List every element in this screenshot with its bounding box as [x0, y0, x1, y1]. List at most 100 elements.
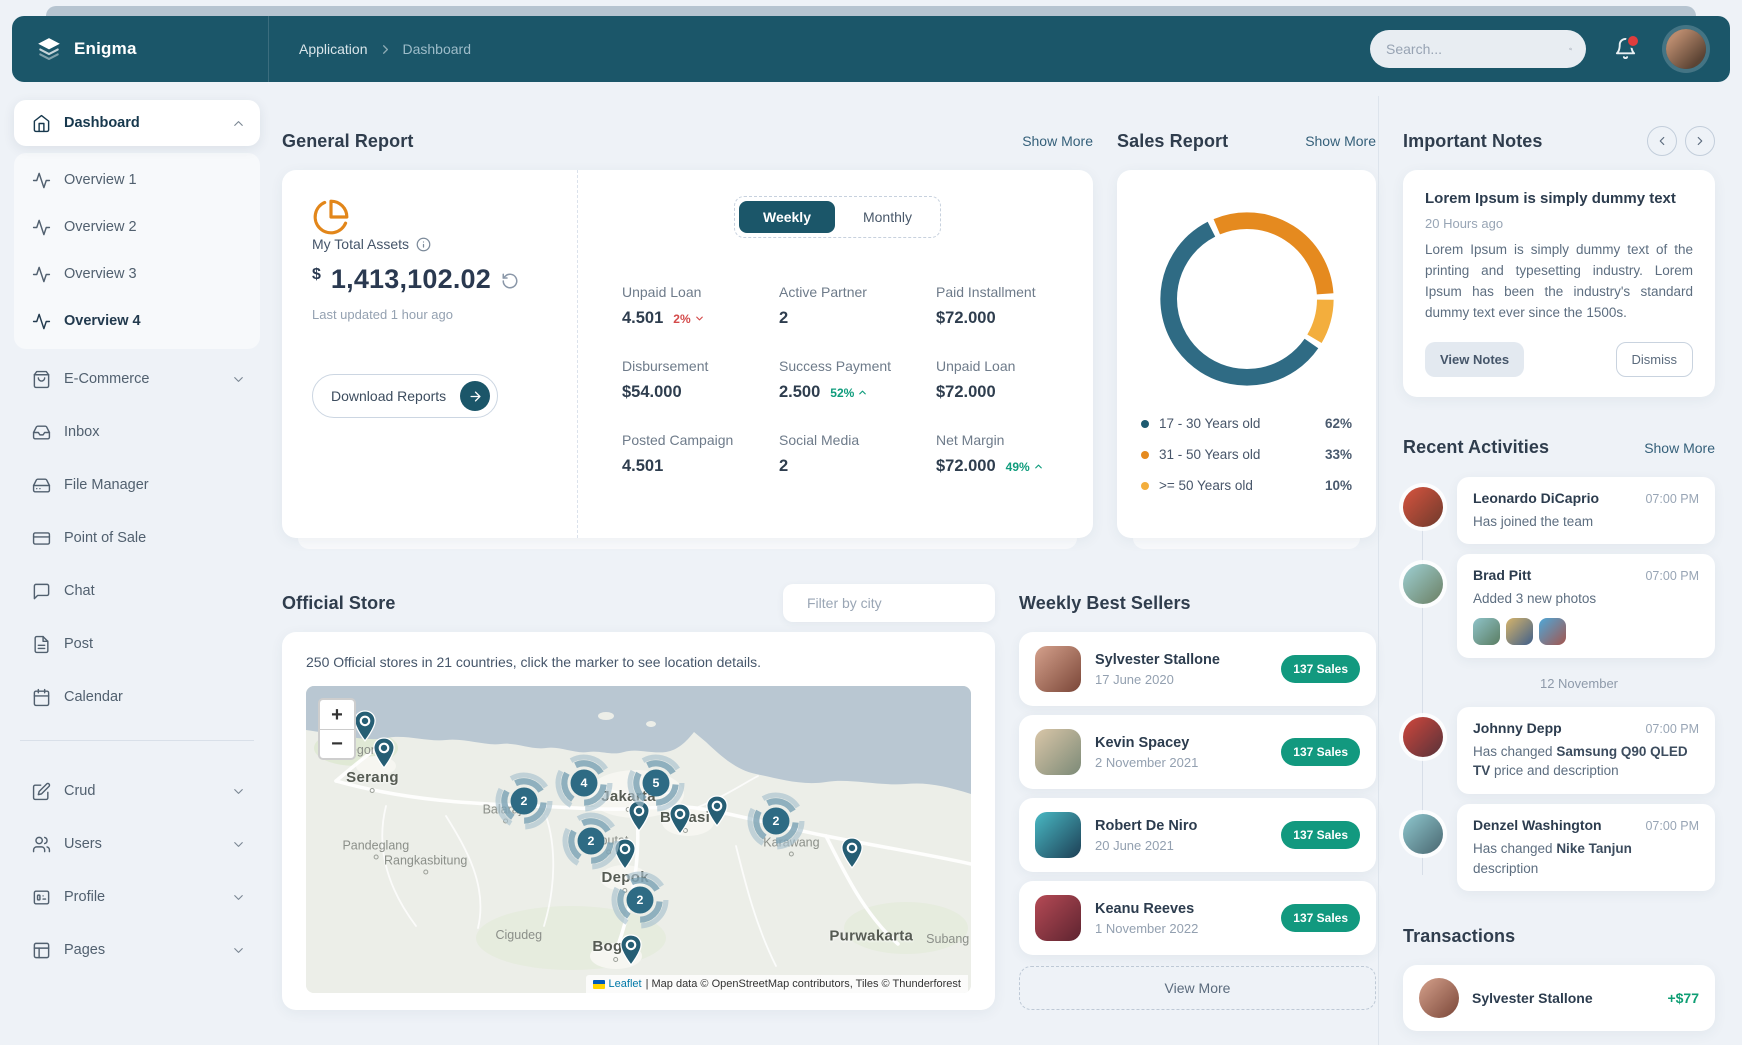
note-title: Lorem Ipsum is simply dummy text — [1425, 190, 1693, 207]
store-marker-cluster[interactable]: 2 — [495, 772, 553, 830]
download-reports-button[interactable]: Download Reports — [312, 374, 498, 418]
store-map[interactable]: Cilegon Serang Balaraja — [306, 686, 971, 993]
search-icon — [1569, 40, 1572, 58]
notifications-button[interactable] — [1614, 37, 1638, 61]
best-seller-card[interactable]: Robert De Niro 20 June 2021 137 Sales — [1019, 798, 1376, 872]
pie-chart-icon — [312, 198, 549, 236]
sidebar-subitem-overview[interactable]: Overview 3 — [14, 251, 260, 297]
leaflet-link[interactable]: Leaflet — [609, 978, 642, 990]
breadcrumb-application[interactable]: Application — [299, 41, 368, 57]
store-marker-pin[interactable] — [371, 737, 397, 769]
activity-user-name: Brad Pitt — [1473, 567, 1531, 583]
transaction-row[interactable]: Sylvester Stallone +$77 — [1403, 965, 1715, 1031]
breadcrumb-dashboard[interactable]: Dashboard — [403, 41, 472, 57]
filter-by-city-box[interactable] — [783, 584, 995, 622]
activity-text: Has changed Samsung Q90 QLED TV price an… — [1473, 742, 1699, 781]
legend-percent: 62% — [1325, 416, 1352, 431]
stat-delta[interactable]: 2% — [673, 312, 704, 326]
view-notes-button[interactable]: View Notes — [1425, 342, 1524, 377]
stat-item: Posted Campaign 4.501 — [622, 432, 739, 476]
map-city-label: Cigudeg — [496, 928, 543, 942]
store-marker-pin[interactable] — [704, 795, 730, 827]
map-zoom-control: + − — [318, 698, 356, 760]
seller-name: Sylvester Stallone — [1095, 652, 1220, 668]
stat-value: 2.500 — [779, 383, 820, 402]
toggle-weekly[interactable]: Weekly — [739, 201, 835, 233]
seller-name: Keanu Reeves — [1095, 901, 1198, 917]
sales-report-show-more[interactable]: Show More — [1305, 133, 1376, 149]
best-seller-card[interactable]: Sylvester Stallone 17 June 2020 137 Sale… — [1019, 632, 1376, 706]
store-marker-cluster[interactable]: 2 — [747, 792, 805, 850]
best-seller-card[interactable]: Keanu Reeves 1 November 2022 137 Sales — [1019, 881, 1376, 955]
chevron-down-icon — [231, 837, 246, 852]
brand[interactable]: Enigma — [36, 16, 269, 82]
sidebar-item-icon — [32, 476, 51, 495]
map-attribution-text: | Map data © OpenStreetMap contributors,… — [646, 978, 961, 990]
view-more-button[interactable]: View More — [1019, 966, 1376, 1010]
store-marker-cluster[interactable]: 5 — [627, 754, 685, 812]
sidebar-item[interactable]: Pages — [14, 927, 260, 973]
store-marker-pin[interactable] — [618, 934, 644, 966]
stat-delta[interactable]: 49% — [1006, 460, 1044, 474]
cluster-count: 4 — [581, 776, 588, 790]
search-input[interactable] — [1384, 40, 1569, 58]
photo-thumb[interactable] — [1473, 618, 1500, 645]
activity-item[interactable]: Johnny Depp 07:00 PM Has changed Samsung… — [1403, 707, 1715, 794]
legend-dot — [1141, 420, 1149, 428]
sidebar-item[interactable]: Point of Sale — [14, 515, 260, 561]
map-city-label: Subang — [926, 932, 969, 946]
map-zoom-out-button[interactable]: − — [320, 729, 354, 758]
weekly-best-sellers-section: Weekly Best Sellers Sylvester Stallone 1… — [1019, 538, 1376, 1010]
activities-group-2: Johnny Depp 07:00 PM Has changed Samsung… — [1403, 707, 1715, 891]
sidebar-dashboard-submenu: Overview 1 Overview 2 Overview 3 Overvie… — [14, 153, 260, 349]
sidebar-item[interactable]: Calendar — [14, 674, 260, 720]
seller-photo — [1035, 646, 1081, 692]
sidebar-subitem-overview[interactable]: Overview 2 — [14, 204, 260, 250]
official-store-section: Official Store 250 Official stores in 21… — [282, 538, 995, 1010]
stat-delta[interactable]: 52% — [830, 386, 868, 400]
stat-item: Unpaid Loan 4.501 2% — [622, 284, 739, 328]
map-city-name: Pandeglang — [342, 838, 409, 852]
sidebar-item-dashboard[interactable]: Dashboard — [14, 100, 260, 146]
filter-by-city-input[interactable] — [805, 594, 990, 612]
sidebar-item[interactable]: Crud — [14, 768, 260, 814]
activity-time: 07:00 PM — [1645, 492, 1699, 506]
sidebar-subitem-overview[interactable]: Overview 4 — [14, 298, 260, 344]
notes-next-button[interactable] — [1685, 126, 1715, 156]
sidebar-item[interactable]: File Manager — [14, 462, 260, 508]
sidebar-item[interactable]: Inbox — [14, 409, 260, 455]
store-marker-cluster[interactable]: 2 — [611, 871, 669, 929]
sidebar-item[interactable]: E-Commerce — [14, 356, 260, 402]
photo-thumb[interactable] — [1539, 618, 1566, 645]
activity-item[interactable]: Leonardo DiCaprio 07:00 PM Has joined th… — [1403, 477, 1715, 545]
map-city-label: Purwakarta — [829, 928, 913, 945]
stat-label: Posted Campaign — [622, 432, 739, 448]
sidebar-item[interactable]: Chat — [14, 568, 260, 614]
toggle-monthly[interactable]: Monthly — [839, 201, 936, 233]
activity-item[interactable]: Denzel Washington 07:00 PM Has changed N… — [1403, 804, 1715, 891]
sidebar-subitem-overview[interactable]: Overview 1 — [14, 157, 260, 203]
search-box[interactable] — [1370, 30, 1586, 68]
map-zoom-in-button[interactable]: + — [320, 700, 354, 729]
sidebar-item[interactable]: Profile — [14, 874, 260, 920]
recent-activities-show-more[interactable]: Show More — [1644, 440, 1715, 456]
store-marker-cluster[interactable]: 2 — [562, 812, 620, 870]
seller-date: 17 June 2020 — [1095, 672, 1220, 687]
photo-thumb[interactable] — [1506, 618, 1533, 645]
store-marker-pin[interactable] — [839, 837, 865, 869]
sidebar-item[interactable]: Post — [14, 621, 260, 667]
activity-item[interactable]: Brad Pitt 07:00 PM Added 3 new photos — [1403, 554, 1715, 658]
activity-time: 07:00 PM — [1645, 722, 1699, 736]
general-report-show-more[interactable]: Show More — [1022, 133, 1093, 149]
sidebar-subitem-label: Overview 4 — [64, 313, 141, 329]
sidebar-item[interactable]: Users — [14, 821, 260, 867]
info-icon[interactable] — [416, 237, 431, 252]
total-assets-panel: My Total Assets $ 1,413,102.02 Last upda… — [282, 170, 578, 538]
dismiss-button[interactable]: Dismiss — [1616, 342, 1694, 377]
store-marker-cluster[interactable]: 4 — [555, 754, 613, 812]
best-seller-card[interactable]: Kevin Spacey 2 November 2021 137 Sales — [1019, 715, 1376, 789]
refresh-icon[interactable] — [501, 272, 519, 290]
legend-dot — [1141, 451, 1149, 459]
user-avatar[interactable] — [1666, 29, 1706, 69]
notes-prev-button[interactable] — [1647, 126, 1677, 156]
